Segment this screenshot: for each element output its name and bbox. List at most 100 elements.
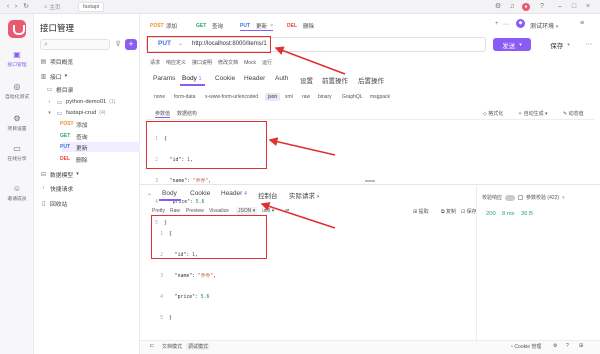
more-icon[interactable]: ⋯ xyxy=(584,38,594,51)
sidebar-item-trash[interactable]: ▯ 回收站 xyxy=(40,198,68,208)
doc-nav-run[interactable]: 运行 xyxy=(262,59,272,66)
body-type-graphql[interactable]: GraphQL xyxy=(342,94,363,100)
settings-icon[interactable]: ⚙ xyxy=(553,343,557,349)
tab-post-ops[interactable]: 后置操作 xyxy=(358,75,384,85)
body-type-json[interactable]: json xyxy=(265,93,281,101)
format-json-select[interactable]: JSON ▾ xyxy=(236,207,258,215)
rail-item-settings[interactable]: ⚙ 项目设置 xyxy=(0,114,34,132)
maximize-icon[interactable]: □ xyxy=(570,3,578,11)
bell-icon[interactable]: ♫ xyxy=(508,3,516,11)
copy-button[interactable]: ⧉ 复制 xyxy=(441,208,456,215)
grid-icon[interactable]: ⊞ xyxy=(579,343,583,349)
request-tab-delete[interactable]: DEL 删除 xyxy=(287,21,314,31)
tab-body[interactable]: Body 1 xyxy=(182,75,201,82)
menu-icon[interactable]: ≡ xyxy=(580,20,584,27)
doc-nav-request[interactable]: 请求 xyxy=(150,59,160,66)
sidebar-item-interfaces[interactable]: ▥ 接口 ▾ xyxy=(40,71,67,81)
help-icon[interactable]: ? xyxy=(538,3,546,11)
request-tab-post[interactable]: POST 添加 xyxy=(150,21,177,31)
doc-nav-edit[interactable]: 修改文档 xyxy=(218,59,238,66)
method-select[interactable]: PUT xyxy=(158,40,171,47)
add-tab-icon[interactable]: + xyxy=(495,21,499,27)
sidebar-item-fastapi-crud[interactable]: ▾ ▭ fastapi-crud (4) xyxy=(46,108,105,118)
subtab-schema[interactable]: 数据结构 xyxy=(177,110,197,117)
more-tabs-icon[interactable]: ⋯ xyxy=(503,21,509,28)
body-type-msgpack[interactable]: msgpack xyxy=(370,94,390,100)
autogen-button[interactable]: ✧ 自动生成 ▾ xyxy=(518,110,548,117)
response-tab-cookie[interactable]: Cookie xyxy=(190,190,210,197)
close-icon[interactable]: × xyxy=(270,23,273,29)
avatar[interactable]: ● xyxy=(522,3,530,11)
doc-mode-button[interactable]: 文档模式 xyxy=(162,343,182,350)
tab-cookie[interactable]: Cookie xyxy=(215,75,235,82)
doc-nav-mock[interactable]: Mock xyxy=(244,60,256,66)
send-button[interactable]: 发送 ▾ xyxy=(493,38,531,51)
cookie-manager-button[interactable]: ◔ Cookie 管理 xyxy=(510,343,541,350)
tab-home[interactable]: ⌂ 主页 xyxy=(40,2,64,12)
encoding-select[interactable]: utf8 ▾ xyxy=(262,208,274,214)
extract-button[interactable]: ⊞ 提取 xyxy=(413,208,429,215)
sidebar-toggle-icon[interactable]: ⊏ xyxy=(150,343,154,349)
close-icon[interactable]: × xyxy=(584,3,592,11)
response-tab-actual[interactable]: 实际请求 ▾ xyxy=(289,190,319,200)
save-response-button[interactable]: ⊡ 保存 xyxy=(461,208,477,215)
settings-icon[interactable]: ⚙ xyxy=(494,3,502,11)
format-visualize[interactable]: Visualize xyxy=(209,208,229,214)
format-preview[interactable]: Preview xyxy=(186,208,204,214)
doc-nav-response[interactable]: 响应定义 xyxy=(166,59,186,66)
wrap-icon[interactable]: ⇌ xyxy=(285,208,289,214)
save-button[interactable]: 保存 ▾ xyxy=(540,38,580,51)
sidebar-item-quick[interactable]: › 快捷请求 xyxy=(40,183,74,193)
sidebar-endpoint-post[interactable]: POST 添加 xyxy=(60,119,88,129)
url-input[interactable]: http://localhost:8000/items/1 xyxy=(192,41,267,47)
sidebar-item-root[interactable]: ▭ 根目录 xyxy=(46,84,74,94)
search-input[interactable]: ⌕ xyxy=(40,39,110,50)
rail-item-autotest[interactable]: ◎ 自动化测试 xyxy=(0,82,34,100)
check-toggle[interactable] xyxy=(505,194,516,201)
response-tab-header[interactable]: Header 4 xyxy=(221,190,247,197)
validation-checkbox[interactable] xyxy=(518,195,524,200)
resize-handle[interactable] xyxy=(365,180,375,182)
forward-icon[interactable]: › xyxy=(12,3,20,11)
dynamic-value-button[interactable]: ✎ 动态值 xyxy=(563,110,584,117)
add-button[interactable]: + xyxy=(125,39,137,50)
sidebar-item-models[interactable]: ⊟ 数据模型 ▾ xyxy=(40,169,79,179)
tab-settings[interactable]: 设置 xyxy=(300,75,313,85)
doc-nav-desc[interactable]: 接口说明 xyxy=(192,59,212,66)
format-raw[interactable]: Raw xyxy=(170,208,180,214)
sidebar-item-overview[interactable]: ▤ 项目概览 xyxy=(40,56,74,66)
sidebar-item-python-demo01[interactable]: › ▭ python-demo01 (1) xyxy=(46,97,116,107)
tab-auth[interactable]: Auth xyxy=(275,75,288,82)
refresh-icon[interactable]: ↻ xyxy=(22,3,30,11)
minimize-icon[interactable]: – xyxy=(556,3,564,11)
debug-mode-button[interactable]: 调试模式 xyxy=(186,343,211,350)
help-icon[interactable]: ? xyxy=(566,343,569,349)
subtab-values[interactable]: 参数值 xyxy=(155,110,171,118)
body-type-raw[interactable]: raw xyxy=(302,94,310,100)
format-pretty[interactable]: Pretty xyxy=(152,208,165,214)
tab-pre-ops[interactable]: 前置操作 xyxy=(322,75,348,85)
body-type-form-data[interactable]: form-data xyxy=(174,94,195,100)
body-type-urlencoded[interactable]: x-www-form-urlencoded xyxy=(205,94,258,100)
response-tab-console[interactable]: 控制台 xyxy=(258,190,278,200)
collapse-icon[interactable]: ⌄ xyxy=(147,190,152,197)
filter-icon[interactable]: ⊽ xyxy=(113,39,123,50)
body-type-xml[interactable]: xml xyxy=(285,94,293,100)
body-type-binary[interactable]: binary xyxy=(318,94,332,100)
format-button[interactable]: ◇ 格式化 xyxy=(483,110,503,117)
rail-item-invite[interactable]: ☺ 邀请成员 xyxy=(0,184,34,202)
sidebar-endpoint-get[interactable]: GET 查询 xyxy=(60,131,88,141)
rail-item-interfaces[interactable]: ▣ 接口管理 xyxy=(0,50,34,68)
sidebar-endpoint-delete[interactable]: DEL 删除 xyxy=(60,154,88,164)
tab-header[interactable]: Header xyxy=(244,75,265,82)
response-tab-body[interactable]: Body xyxy=(162,190,177,197)
tab-params[interactable]: Params xyxy=(153,75,175,82)
back-icon[interactable]: ‹ xyxy=(4,3,12,11)
request-tab-get[interactable]: GET 查询 xyxy=(196,21,223,31)
request-tab-put[interactable]: PUT 更新 × xyxy=(240,21,274,31)
tab-fastapi[interactable]: fastapi xyxy=(78,2,105,12)
rail-item-share[interactable]: ▭ 在线分享 xyxy=(0,144,34,162)
env-select[interactable]: 测试环境 ▾ xyxy=(530,21,558,30)
sidebar-endpoint-put[interactable]: PUT 更新 xyxy=(60,142,88,152)
body-type-none[interactable]: none xyxy=(154,94,165,100)
